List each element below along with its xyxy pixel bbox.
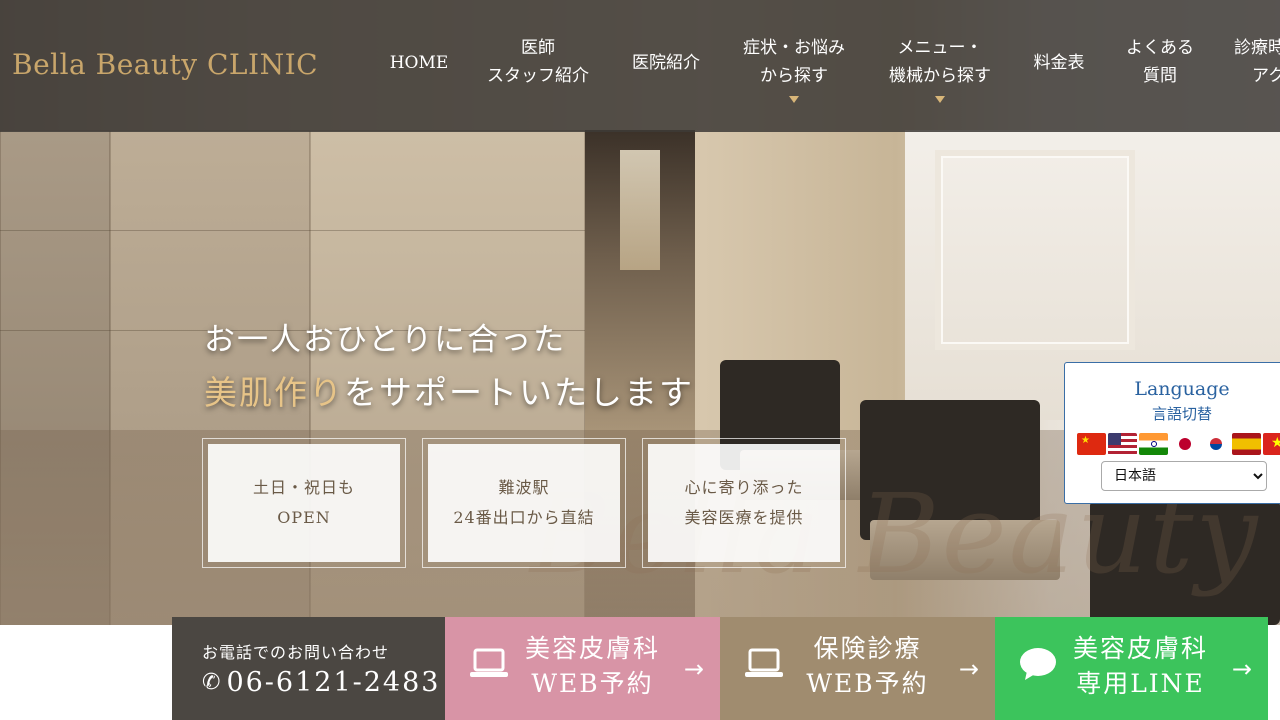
insurance-web-reservation-button[interactable]: 保険診療 WEB予約 → <box>720 617 995 720</box>
nav-label: アク <box>1252 66 1280 86</box>
cta-line: 美容皮膚科 <box>524 634 660 663</box>
tagline-rest: をサポートいたします <box>344 373 694 412</box>
feature-text: 土日・祝日も <box>252 478 355 497</box>
cta-line: 美容皮膚科 <box>1072 634 1208 663</box>
hero-tagline: お一人おひとりに合った <box>204 322 567 358</box>
corridor-light <box>620 150 660 270</box>
feature-box: 土日・祝日も OPEN <box>202 438 406 568</box>
line-contact-button[interactable]: 美容皮膚科 専用LINE → <box>995 617 1268 720</box>
nav-label: HOME <box>389 53 449 73</box>
india-flag-icon[interactable] <box>1139 433 1168 455</box>
feature-text: OPEN <box>277 508 331 527</box>
language-switcher: Language 言語切替 ★ ★ 日本語 <box>1064 362 1280 504</box>
nav-clinic[interactable]: 医院紹介 <box>624 0 708 132</box>
usa-flag-icon[interactable] <box>1108 433 1137 455</box>
flag-list: ★ ★ <box>1077 433 1280 455</box>
language-title: Language <box>1134 378 1230 400</box>
laptop-icon <box>470 648 508 677</box>
arrow-right-icon: → <box>683 655 704 683</box>
site-header: Bella Beauty CLINIC HOME 医師 スタッフ紹介 医院紹介 … <box>0 0 1280 132</box>
line-label: 美容皮膚科 専用LINE <box>1053 631 1228 701</box>
nav-label: 質問 <box>1143 66 1177 86</box>
nav-hours-access[interactable]: 診療時 アク <box>1226 0 1280 132</box>
nav-symptoms[interactable]: 症状・お悩み から探す <box>734 0 854 132</box>
nav-price[interactable]: 料金表 <box>1026 0 1092 132</box>
site-logo[interactable]: Bella Beauty CLINIC <box>12 48 318 81</box>
phone-contact-button[interactable]: お電話でのお問い合わせ ✆ 06-6121-2483 <box>172 617 445 720</box>
insurance-web-label: 保険診療 WEB予約 <box>780 631 955 701</box>
feature-box: 難波駅 24番出口から直結 <box>422 438 626 568</box>
cta-line: WEB予約 <box>531 669 654 698</box>
nav-menu-machines[interactable]: メニュー・ 機械から探す <box>880 0 1000 132</box>
nav-label: 機械から探す <box>889 66 991 86</box>
nav-label: 医院紹介 <box>632 53 700 73</box>
phone-icon: ✆ <box>202 670 223 695</box>
arrow-right-icon: → <box>958 655 979 683</box>
nav-doctors-staff[interactable]: 医師 スタッフ紹介 <box>478 0 598 132</box>
chat-bubble-icon <box>1020 648 1056 680</box>
hero-tagline-2: 美肌作りをサポートいたします <box>204 366 694 414</box>
japan-flag-icon[interactable] <box>1170 433 1199 455</box>
nav-faq[interactable]: よくある 質問 <box>1118 0 1202 132</box>
feature-text: 心に寄り添った <box>684 478 804 497</box>
phone-number-text: 06-6121-2483 <box>226 667 441 698</box>
nav-label: 症状・お悩み <box>743 38 845 58</box>
caret-down-icon <box>789 96 799 103</box>
cta-line: WEB予約 <box>806 669 929 698</box>
cta-line: 保険診療 <box>813 634 922 663</box>
wall-molding <box>935 150 1135 350</box>
nav-label: 医師 <box>521 38 555 58</box>
nav-label: から探す <box>760 66 828 86</box>
laptop-icon <box>745 648 783 677</box>
wall-seam <box>0 230 585 231</box>
phone-number: ✆ 06-6121-2483 <box>202 667 440 698</box>
language-select[interactable]: 日本語 <box>1101 461 1267 491</box>
nav-label: スタッフ紹介 <box>487 66 589 86</box>
feature-text: 難波駅 <box>498 478 550 497</box>
spain-flag-icon[interactable] <box>1232 433 1261 455</box>
caret-down-icon <box>935 96 945 103</box>
language-subtitle: 言語切替 <box>1151 405 1212 423</box>
phone-label: お電話でのお問い合わせ <box>202 643 390 662</box>
nav-label: 診療時 <box>1234 38 1280 58</box>
arrow-right-icon: → <box>1231 655 1252 683</box>
nav-label: よくある <box>1126 38 1194 58</box>
beauty-web-reservation-button[interactable]: 美容皮膚科 WEB予約 → <box>445 617 720 720</box>
nav-home[interactable]: HOME <box>388 0 450 132</box>
beauty-web-label: 美容皮膚科 WEB予約 <box>505 631 680 701</box>
korea-flag-icon[interactable] <box>1201 433 1230 455</box>
feature-box: 心に寄り添った 美容医療を提供 <box>642 438 846 568</box>
nav-label: 料金表 <box>1033 53 1085 73</box>
feature-text: 美容医療を提供 <box>684 508 804 527</box>
cta-line: 専用LINE <box>1076 669 1205 698</box>
nav-label: メニュー・ <box>897 38 983 58</box>
tagline-emphasis: 美肌作り <box>204 373 344 412</box>
feature-text: 24番出口から直結 <box>453 508 595 527</box>
china-flag-icon[interactable]: ★ <box>1077 433 1106 455</box>
vietnam-flag-icon[interactable]: ★ <box>1263 433 1280 455</box>
